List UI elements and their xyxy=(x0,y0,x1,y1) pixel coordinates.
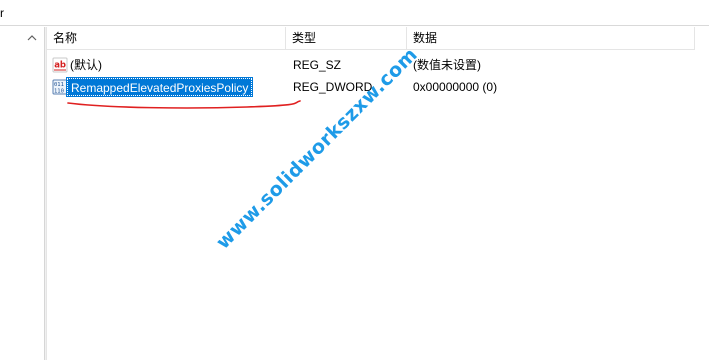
value-name-selected[interactable]: RemappedElevatedProxiesPolicy xyxy=(65,77,254,97)
value-data: (数值未设置) xyxy=(413,58,481,72)
address-text: r xyxy=(0,6,4,20)
svg-text:ab: ab xyxy=(54,61,66,71)
svg-text:011: 011 xyxy=(54,82,64,88)
column-header-data[interactable]: 数据 xyxy=(407,27,695,50)
value-data: 0x00000000 (0) xyxy=(413,80,498,94)
value-name: (默认) xyxy=(70,58,102,72)
chevron-up-icon xyxy=(27,35,36,41)
value-type: REG_SZ xyxy=(293,58,342,72)
address-bar[interactable]: r xyxy=(0,0,709,26)
column-header-name[interactable]: 名称 xyxy=(47,27,286,50)
scroll-up-button[interactable] xyxy=(21,27,42,49)
svg-text:110: 110 xyxy=(54,89,64,95)
string-value-icon: ab xyxy=(52,57,68,73)
column-header: 名称 类型 数据 xyxy=(47,27,709,50)
tree-pane[interactable] xyxy=(0,27,44,360)
red-underline-annotation xyxy=(67,100,301,109)
column-header-type[interactable]: 类型 xyxy=(286,27,407,50)
tree-scrollbar[interactable] xyxy=(21,27,42,360)
dword-value-icon: 011 110 xyxy=(52,79,68,95)
list-scrollbar[interactable] xyxy=(695,27,709,360)
registry-editor-window: r 名称 类型 数据 ab (默认) REG_SZ (数值未设置) 011 11… xyxy=(0,0,709,360)
